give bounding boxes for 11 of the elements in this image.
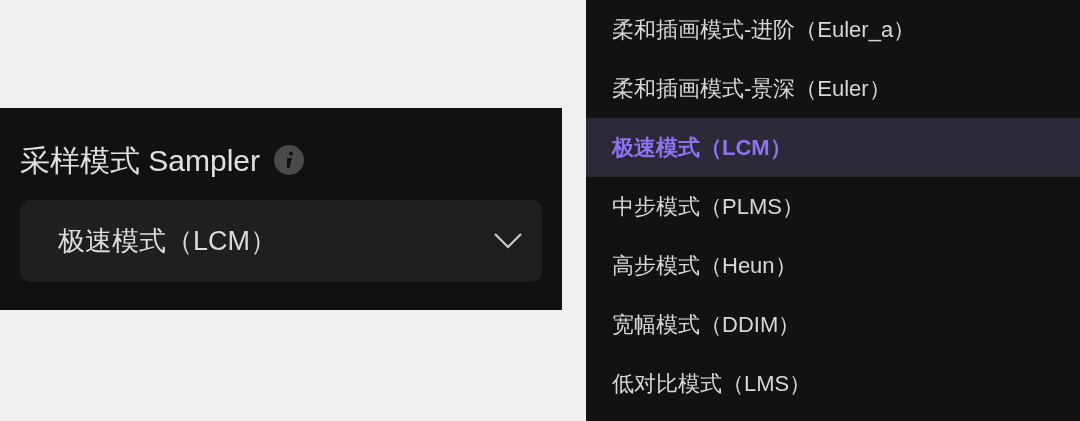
- info-icon[interactable]: [274, 145, 305, 175]
- dropdown-option[interactable]: 极速模式（LCM）: [586, 118, 1080, 177]
- dropdown-option[interactable]: 宽幅模式（DDIM）: [586, 295, 1080, 354]
- dropdown-option[interactable]: 中步模式（PLMS）: [586, 177, 1080, 236]
- dropdown-option[interactable]: 柔和插画模式-景深（Euler）: [586, 59, 1080, 118]
- dropdown-option[interactable]: 低对比模式（LMS）: [586, 354, 1080, 413]
- dropdown-option[interactable]: 柔和插画模式-进阶（Euler_a）: [586, 0, 1080, 59]
- sampler-select[interactable]: 极速模式（LCM）: [20, 200, 542, 282]
- dropdown-option[interactable]: 高步模式（Heun）: [586, 236, 1080, 295]
- chevron-down-icon: [494, 233, 522, 249]
- field-label: 采样模式 Sampler: [20, 142, 261, 179]
